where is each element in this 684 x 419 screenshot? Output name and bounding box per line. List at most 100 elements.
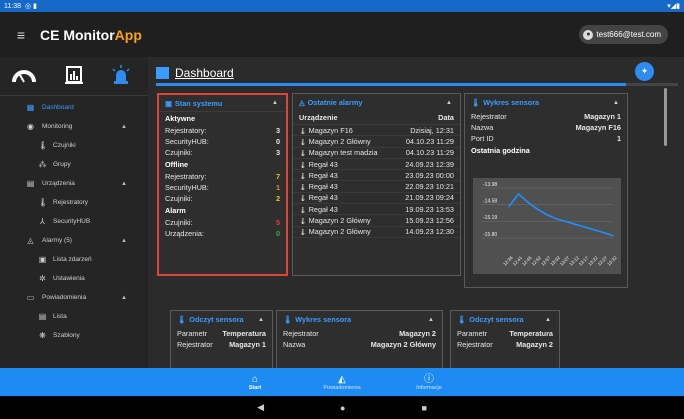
alarm-row[interactable]: Regał 4323.09.23 00:00	[293, 170, 460, 182]
stat-value: 0	[275, 137, 280, 146]
card-header[interactable]: ◬ Ostatnie alarmy ▲	[293, 94, 460, 111]
alarm-row[interactable]: Magazyn 2 Główny15.09.23 12:56	[293, 215, 460, 227]
sidebar-item-szablony[interactable]: ❋ Szablony	[0, 326, 148, 345]
stat-label: Urządzenia:	[165, 229, 204, 238]
line-chart: -13.98-14.58-15.19-15.8012:3612:4112:461…	[481, 182, 618, 267]
data-point	[593, 228, 595, 231]
app-title-main: CE Monitor	[40, 26, 115, 43]
page-title[interactable]: Dashboard	[175, 66, 234, 80]
sidebar-item-rejestratory[interactable]: 🌡 Rejestratory	[0, 193, 148, 212]
info-value: Magazyn 2 Główny	[370, 340, 436, 349]
card-title: Wykres sensora	[483, 98, 540, 107]
alarms-table-header: Urządzenie Data	[293, 111, 460, 125]
notifications-icon: ▭	[26, 293, 35, 302]
alarm-row[interactable]: Regał 4322.09.23 10:21	[293, 181, 460, 193]
scrollbar[interactable]	[664, 88, 667, 146]
system-status-card: ▣ Stan systemu ▲ Aktywne Rejestratory: 3 S…	[157, 93, 288, 276]
sidebar-item-urz-dzenia[interactable]: ▤ Urządzenia ▲	[0, 174, 148, 193]
siren-icon: ◬	[299, 98, 305, 107]
siren-icon[interactable]	[112, 65, 130, 85]
nav-powiadomienia[interactable]: ◭ Powiadomienia	[299, 368, 386, 396]
sidebar-item-czujniki[interactable]: 🌡 Czujniki	[0, 136, 148, 155]
chevron-up-icon[interactable]: ▲	[121, 238, 127, 244]
section-alarm: Alarm	[165, 206, 186, 215]
nav-informacje[interactable]: ⓘ Informacje	[386, 368, 473, 396]
app-bar: ≡ CE MonitorApp ● test666@test.com	[0, 12, 684, 57]
alarm-row[interactable]: Magazyn F16Dzisiaj, 12:31	[293, 125, 460, 137]
sidebar-item-ustawienia[interactable]: ✲ Ustawienia	[0, 269, 148, 288]
stat-label: Rejestratory:	[165, 172, 207, 181]
alarm-row[interactable]: Magazyn test madzia04.10.23 11:29	[293, 148, 460, 159]
sidebar-item-label: Czujniki	[53, 142, 76, 149]
collapse-icon[interactable]: ▲	[272, 100, 278, 106]
thermometer-icon: 🌡	[283, 315, 293, 324]
recorder-icon: 🌡	[38, 198, 49, 207]
chevron-up-icon[interactable]: ▲	[121, 124, 127, 130]
gauge-icon[interactable]	[12, 66, 36, 84]
app-title: CE MonitorApp	[40, 27, 142, 43]
stat-value: 2	[275, 194, 280, 203]
alarm-date: 04.10.23 11:29	[405, 148, 454, 158]
alarm-date: 23.09.23 00:00	[405, 170, 454, 180]
sidebar-item-grupy[interactable]: ⁂ Grupy	[0, 155, 148, 174]
alarm-row[interactable]: Regał 4324.09.23 12:39	[293, 159, 460, 171]
card-header[interactable]: ▣ Stan systemu ▲	[159, 95, 286, 112]
collapse-icon[interactable]: ▲	[545, 317, 551, 323]
y-tick-label: -15.80	[483, 232, 497, 238]
data-point	[555, 217, 558, 220]
data-point	[583, 226, 586, 228]
alarm-date: 22.09.23 10:21	[405, 182, 454, 192]
sensor-info: Rejestrator Magazyn 1 Nazwa Magazyn F16 Port…	[465, 111, 627, 144]
alarm-date: Dzisiaj, 12:31	[410, 125, 454, 135]
collapse-icon[interactable]: ▲	[613, 100, 619, 106]
user-chip[interactable]: ● test666@test.com	[579, 25, 668, 44]
alarm-row[interactable]: Magazyn 2 Główny14.09.23 12:30	[293, 227, 460, 238]
alarm-row[interactable]: Regał 4321.09.23 09:24	[293, 193, 460, 205]
chevron-up-icon[interactable]: ▲	[121, 181, 127, 187]
collapse-icon[interactable]: ▲	[446, 100, 452, 106]
nav-label: Informacje	[416, 384, 442, 391]
sidebar-item-monitoring[interactable]: ◉ Monitoring ▲	[0, 117, 148, 136]
alarm-device: Regał 43	[299, 205, 405, 214]
report-icon[interactable]	[65, 65, 83, 85]
info-value: Magazyn 2	[399, 329, 436, 338]
stat-label: Rejestratory:	[165, 126, 207, 135]
collapse-icon[interactable]: ▲	[428, 317, 434, 323]
sidebar-item-label: Lista	[53, 313, 67, 320]
card-header[interactable]: 🌡 Odczyt sensora ▲	[451, 311, 559, 328]
sidebar-item-lista[interactable]: ▤ Lista	[0, 307, 148, 326]
info-value: 1	[616, 134, 621, 143]
thermometer-icon: 🌡	[38, 141, 49, 150]
grid-menu-button[interactable]: ✦	[635, 62, 654, 81]
thermometer-icon: 🌡	[457, 315, 467, 324]
card-header[interactable]: 🌡 Wykres sensora ▲	[277, 311, 442, 328]
back-button[interactable]: ◀	[257, 402, 264, 413]
active-list: Rejestratory: 3 SecurityHUB: 0 Czujniki: 3	[159, 125, 286, 158]
home-button[interactable]: ●	[340, 403, 345, 413]
user-email: test666@test.com	[596, 30, 661, 39]
chevron-up-icon[interactable]: ▲	[121, 295, 127, 301]
alarm-row[interactable]: Regał 4319.09.23 13:53	[293, 204, 460, 216]
sidebar-item-lista-zdarze[interactable]: ▣ Lista zdarzeń	[0, 250, 148, 269]
stat-value: 3	[275, 126, 280, 135]
alarm-date: 24.09.23 12:39	[405, 159, 454, 169]
card-header[interactable]: 🌡 Odczyt sensora ▲	[171, 311, 272, 328]
card-header[interactable]: 🌡 Wykres sensora ▲	[465, 94, 627, 111]
app-title-accent: App	[114, 26, 142, 43]
collapse-icon[interactable]: ▲	[258, 317, 264, 323]
recents-button[interactable]: ■	[421, 403, 426, 413]
info-label: Parametr	[177, 329, 208, 338]
alarm-row[interactable]: Magazyn 2 Główny04.10.23 11:29	[293, 136, 460, 148]
stat-value: 0	[275, 229, 280, 238]
dashboard-header: Dashboard	[156, 62, 234, 84]
hub-icon: ⅄	[40, 217, 45, 226]
sidebar-item-alarmy-5[interactable]: ◬ Alarmy (5) ▲	[0, 231, 148, 250]
nav-label: Start	[248, 384, 262, 391]
sidebar-item-securityhub[interactable]: ⅄ SecurityHUB	[0, 212, 148, 231]
sidebar-item-dashboard[interactable]: ▦ Dashboard	[0, 98, 148, 117]
data-point	[517, 193, 520, 195]
sidebar-item-powiadomienia[interactable]: ▭ Powiadomienia ▲	[0, 288, 148, 307]
menu-icon[interactable]: ≡	[6, 27, 36, 43]
nav-start[interactable]: ⌂ Start	[212, 368, 299, 396]
info-row: Parametr Temperatura	[451, 328, 559, 339]
